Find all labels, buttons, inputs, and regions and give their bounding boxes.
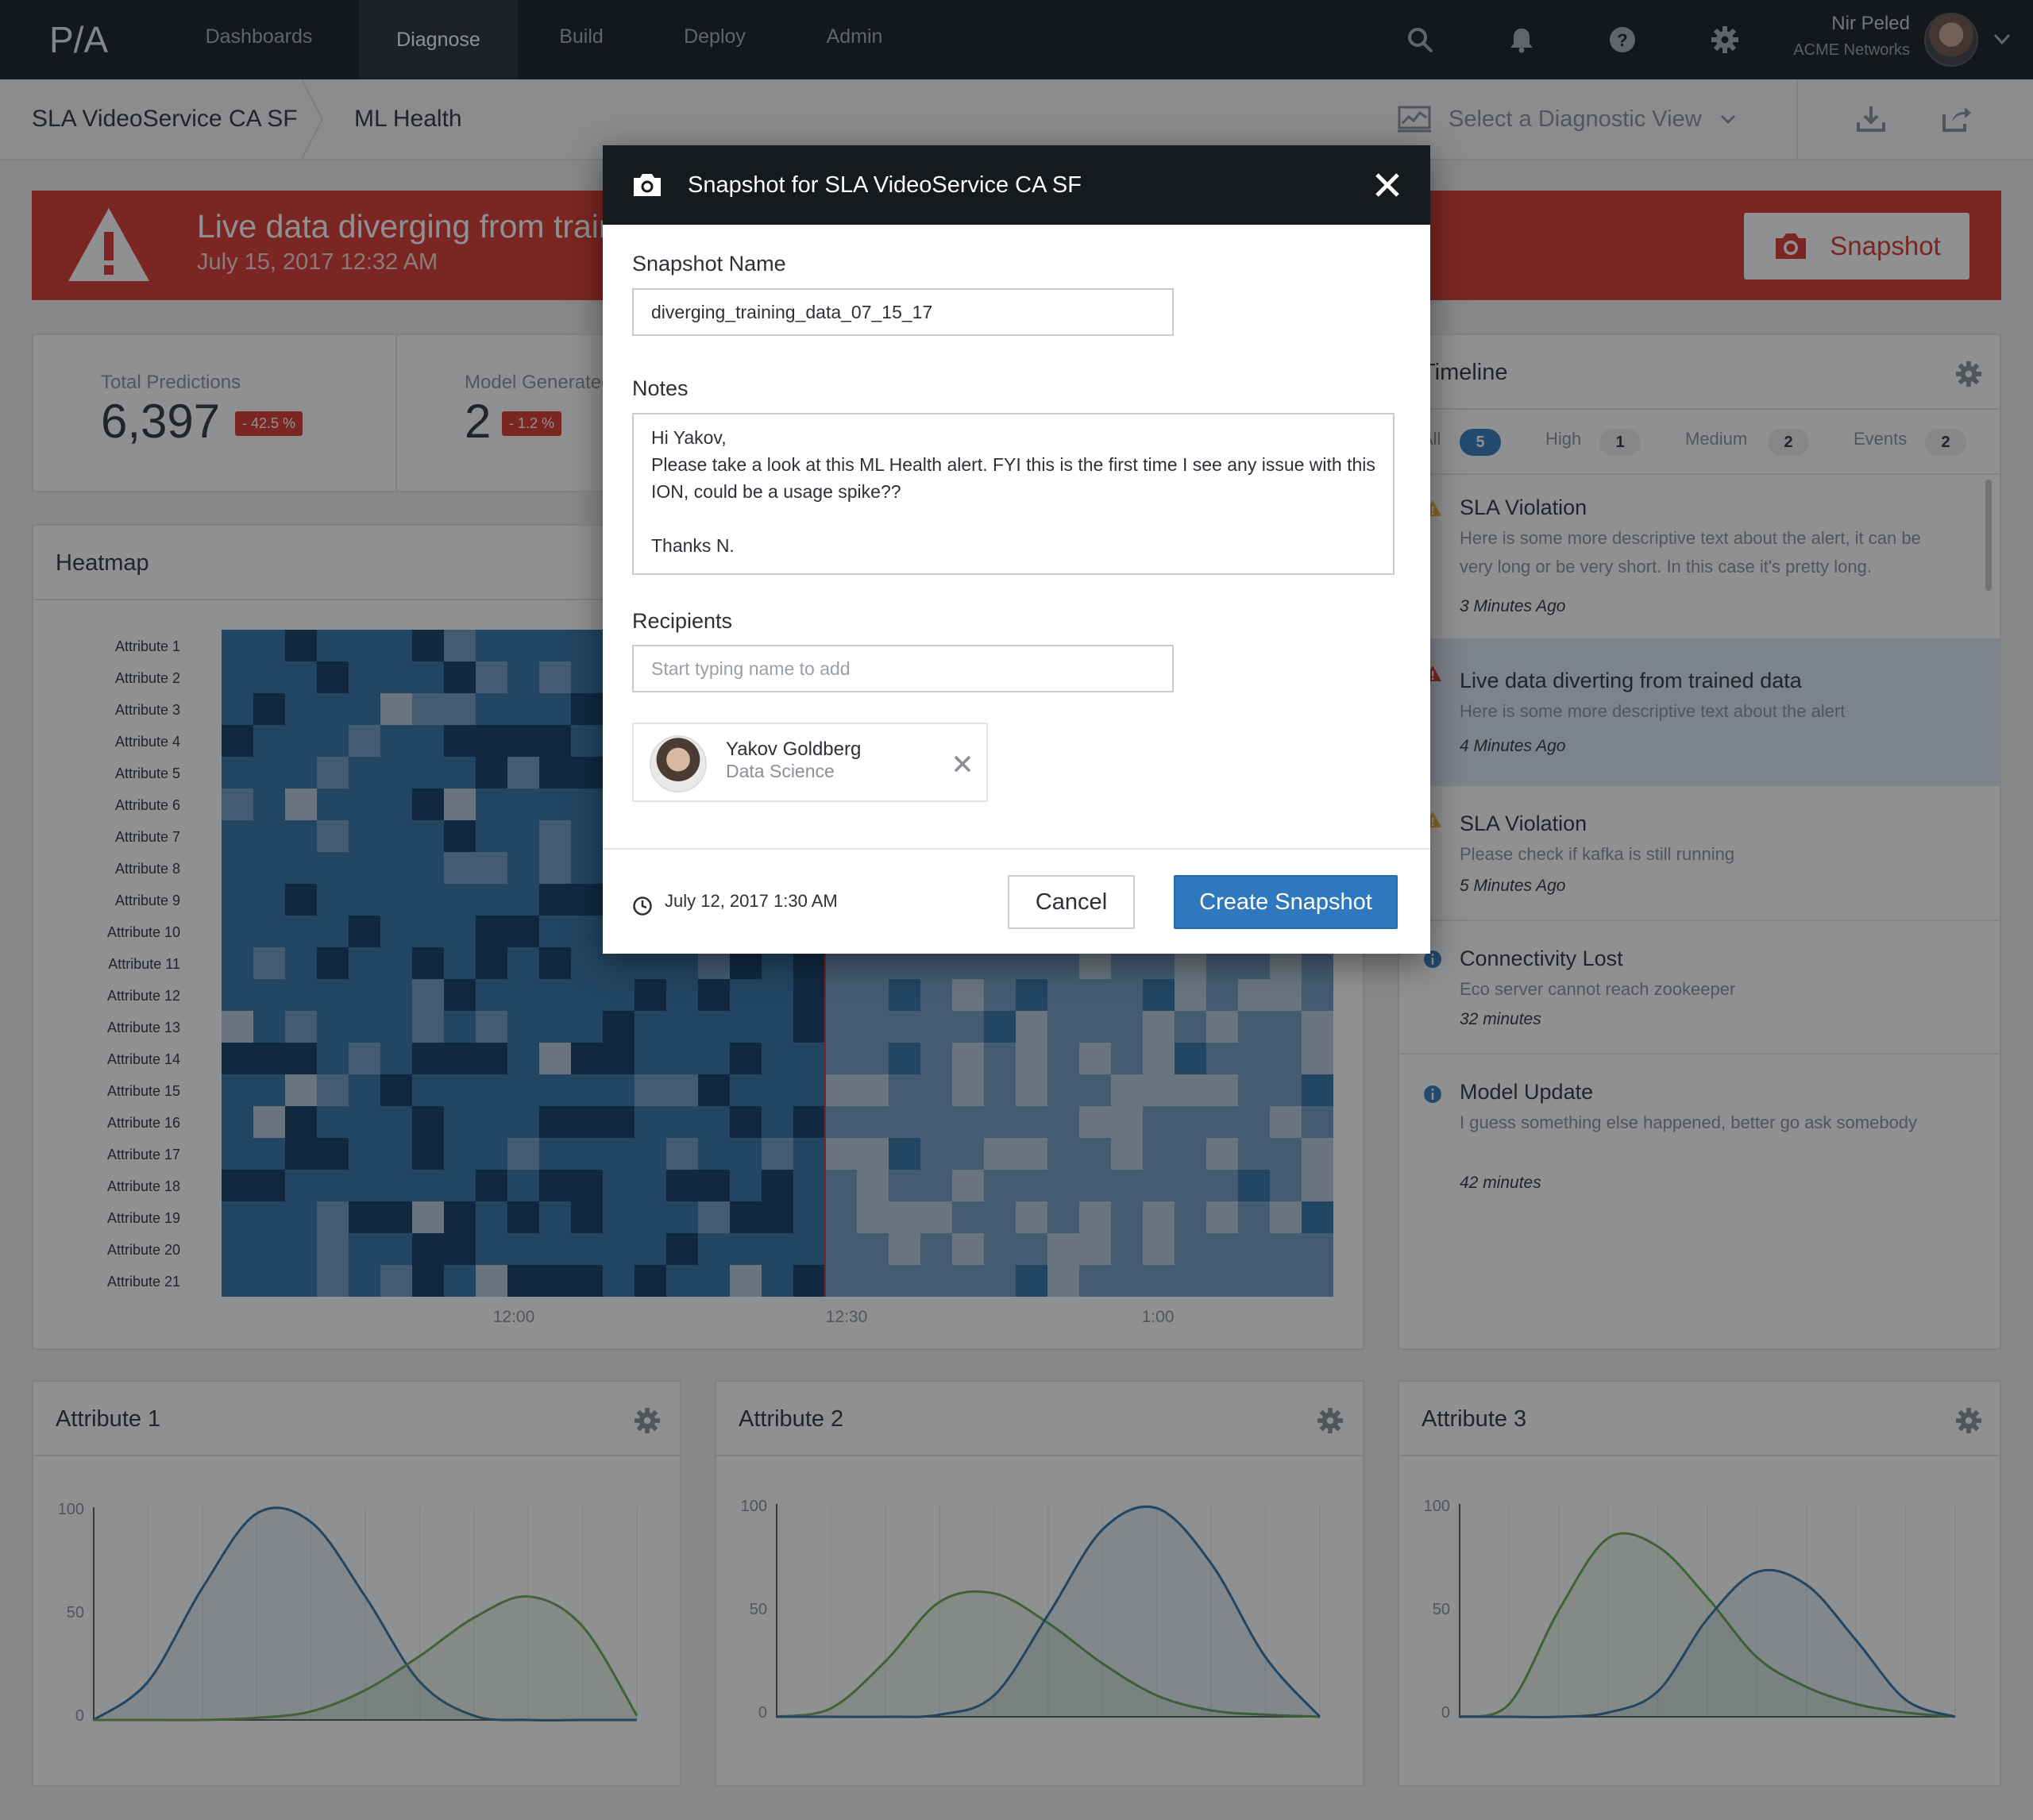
recipient-role: Data Science (726, 761, 835, 781)
camera-icon (634, 174, 661, 196)
clock-icon (633, 897, 652, 916)
remove-recipient-icon[interactable] (951, 753, 974, 775)
snapshot-name-label: Snapshot Name (632, 252, 786, 276)
snapshot-name-input[interactable] (632, 288, 1174, 336)
dialog-title: Snapshot for SLA VideoService CA SF (688, 172, 1082, 198)
dialog-footer: July 12, 2017 1:30 AM Cancel Create Snap… (603, 848, 1430, 954)
recipients-input[interactable] (632, 645, 1174, 692)
avatar (650, 735, 707, 792)
cancel-button[interactable]: Cancel (1008, 875, 1135, 929)
recipient-name: Yakov Goldberg (726, 738, 862, 760)
snapshot-date: July 12, 2017 1:30 AM (665, 891, 838, 911)
recipients-label: Recipients (632, 609, 733, 633)
notes-textarea[interactable] (632, 413, 1395, 575)
notes-label: Notes (632, 376, 689, 400)
dialog-header: Snapshot for SLA VideoService CA SF (603, 145, 1430, 225)
recipient-chip: Yakov Goldberg Data Science (632, 723, 988, 802)
create-snapshot-button[interactable]: Create Snapshot (1174, 875, 1398, 929)
snapshot-dialog: Snapshot for SLA VideoService CA SF Snap… (603, 145, 1430, 954)
close-icon[interactable] (1373, 171, 1402, 199)
